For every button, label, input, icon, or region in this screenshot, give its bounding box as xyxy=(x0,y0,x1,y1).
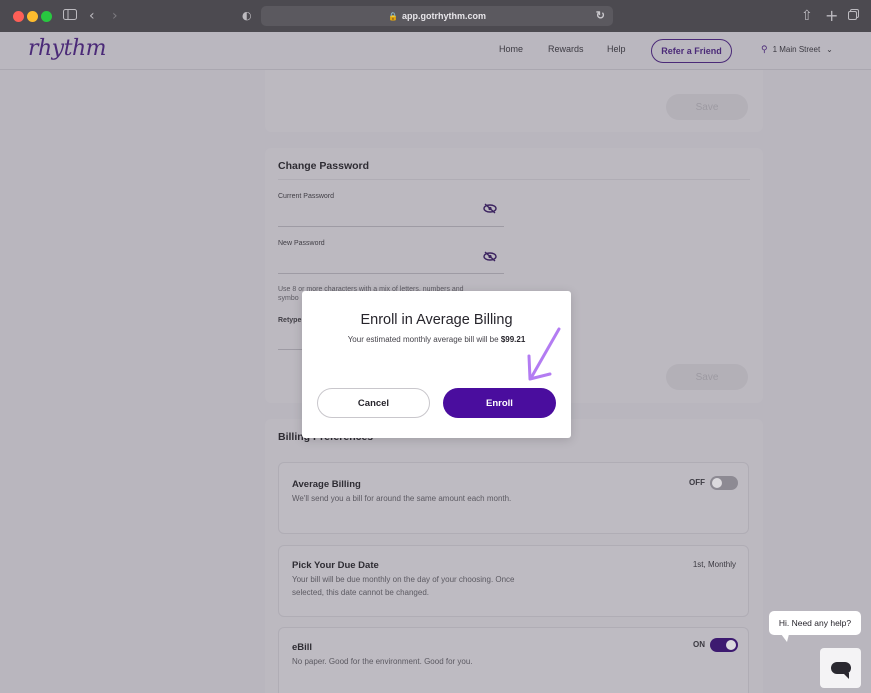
annotation-arrow-icon xyxy=(527,327,561,381)
pref-description: We'll send you a bill for around the sam… xyxy=(292,494,512,503)
address-text: 1 Main Street xyxy=(772,45,821,54)
divider xyxy=(278,179,750,180)
average-billing-toggle[interactable] xyxy=(710,476,738,490)
toggle-state-label: ON xyxy=(693,640,705,649)
toggle-knob xyxy=(712,478,722,488)
reload-icon[interactable]: ↻ xyxy=(596,9,605,22)
pref-description: No paper. Good for the environment. Good… xyxy=(292,657,473,666)
nav-rewards[interactable]: Rewards xyxy=(548,44,584,54)
cancel-button[interactable]: Cancel xyxy=(317,388,430,418)
ebill-row: eBill No paper. Good for the environment… xyxy=(278,627,749,693)
privacy-shield-icon[interactable]: ◐ xyxy=(242,6,252,26)
due-date-row[interactable]: Pick Your Due Date Your bill will be due… xyxy=(278,545,749,617)
forward-icon[interactable]: › xyxy=(112,6,118,26)
sidebar-toggle-icon[interactable] xyxy=(63,6,77,26)
nav-help[interactable]: Help xyxy=(607,44,626,54)
location-pin-icon: ⚲ xyxy=(761,44,768,54)
retype-password-label: Retype xyxy=(278,317,302,324)
minimize-window-button[interactable] xyxy=(27,11,38,22)
current-password-label: Current Password xyxy=(278,193,335,200)
chat-bubble-tail xyxy=(781,634,789,642)
pref-description: Your bill will be due monthly on the day… xyxy=(292,575,515,597)
pref-title: Average Billing xyxy=(292,479,361,490)
new-password-input[interactable] xyxy=(278,273,504,274)
save-button[interactable]: Save xyxy=(666,364,748,390)
rhythm-logo[interactable]: rhythm xyxy=(28,36,107,61)
back-icon[interactable]: ‹ xyxy=(89,6,95,26)
refer-friend-button[interactable]: Refer a Friend xyxy=(651,39,732,63)
toggle-knob xyxy=(726,640,736,650)
password-help-text-2: symbo xyxy=(278,295,299,302)
tab-overview-icon[interactable] xyxy=(848,6,859,26)
url-text: app.gotrhythm.com xyxy=(401,11,486,21)
pref-title: Pick Your Due Date xyxy=(292,560,379,571)
section-title: Change Password xyxy=(278,160,370,172)
modal-subtitle-text: Your estimated monthly average bill will… xyxy=(347,335,499,344)
chat-launcher-button[interactable] xyxy=(820,648,861,688)
chat-greeting-bubble[interactable]: Hi. Need any help? xyxy=(769,611,861,635)
lock-icon: 🔒 xyxy=(388,11,398,21)
save-button[interactable]: Save xyxy=(666,94,748,120)
site-header: rhythm Home Rewards Help Refer a Friend … xyxy=(0,32,871,70)
current-password-input[interactable] xyxy=(278,226,504,227)
new-password-label: New Password xyxy=(278,240,325,247)
pref-title: eBill xyxy=(292,642,313,653)
ebill-toggle[interactable] xyxy=(710,638,738,652)
close-window-button[interactable] xyxy=(13,11,24,22)
toggle-state-label: OFF xyxy=(689,478,705,487)
profile-card: Save xyxy=(265,70,763,132)
address-selector[interactable]: ⚲ 1 Main Street ⌄ xyxy=(761,44,833,55)
average-billing-row: Average Billing We'll send you a bill fo… xyxy=(278,462,749,534)
address-bar[interactable]: 🔒 app.gotrhythm.com ↻ xyxy=(261,6,613,26)
new-tab-icon[interactable]: + xyxy=(825,6,838,26)
eye-hidden-icon[interactable] xyxy=(483,251,497,265)
enroll-button[interactable]: Enroll xyxy=(443,388,556,418)
browser-toolbar: ‹ › ◐ 🔒 app.gotrhythm.com ↻ ⇧ + xyxy=(0,0,871,32)
nav-home[interactable]: Home xyxy=(499,44,523,54)
due-date-value: 1st, Monthly xyxy=(692,560,736,569)
eye-hidden-icon[interactable] xyxy=(483,203,497,217)
zoom-window-button[interactable] xyxy=(41,11,52,22)
share-icon[interactable]: ⇧ xyxy=(801,6,813,26)
chat-icon xyxy=(830,662,851,679)
chevron-down-icon: ⌄ xyxy=(826,45,833,54)
